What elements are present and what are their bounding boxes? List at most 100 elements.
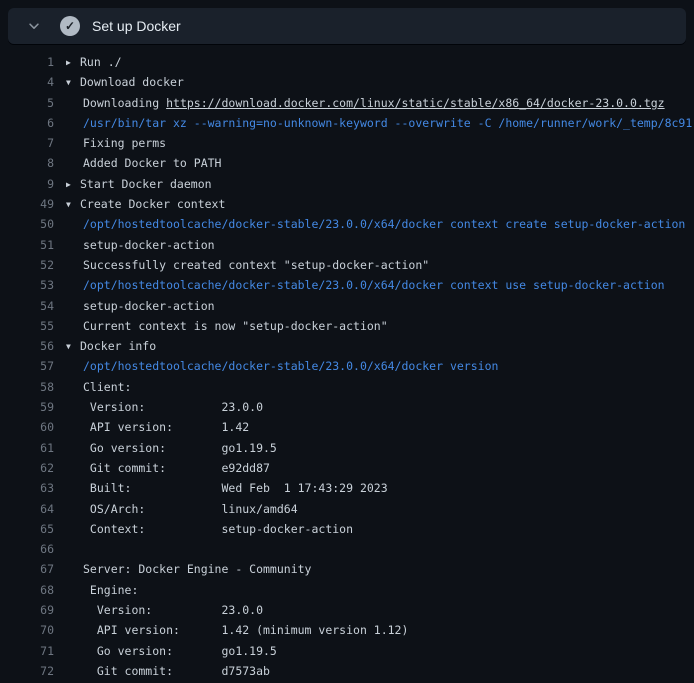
line-number[interactable]: 65 — [0, 519, 54, 539]
log-line: 51setup-docker-action — [0, 235, 694, 255]
check-circle-icon: ✓ — [60, 16, 80, 36]
line-number[interactable]: 69 — [0, 600, 54, 620]
log-line: 60 API version: 1.42 — [0, 417, 694, 437]
line-number[interactable]: 59 — [0, 397, 54, 417]
line-number[interactable]: 6 — [0, 113, 54, 133]
command-text: /opt/hostedtoolcache/docker-stable/23.0.… — [54, 356, 498, 376]
line-number[interactable]: 49 — [0, 194, 54, 214]
line-number[interactable]: 58 — [0, 377, 54, 397]
line-number[interactable]: 62 — [0, 458, 54, 478]
log-text: Successfully created context "setup-dock… — [54, 255, 429, 275]
log-line: 55Current context is now "setup-docker-a… — [0, 316, 694, 336]
log-group-header[interactable]: ▼Docker info — [54, 336, 156, 356]
log-group-header[interactable]: ▼Download docker — [54, 72, 184, 92]
log-text: Fixing perms — [54, 133, 166, 153]
log-line[interactable]: 49▼Create Docker context — [0, 194, 694, 214]
log-line: 52Successfully created context "setup-do… — [0, 255, 694, 275]
log-line[interactable]: 4▼Download docker — [0, 72, 694, 92]
log-line: 64 OS/Arch: linux/amd64 — [0, 499, 694, 519]
line-number[interactable]: 68 — [0, 580, 54, 600]
log-line: 62 Git commit: e92dd87 — [0, 458, 694, 478]
line-number[interactable]: 53 — [0, 275, 54, 295]
log-text: Version: 23.0.0 — [54, 600, 263, 620]
line-number[interactable]: 7 — [0, 133, 54, 153]
log-text: Version: 23.0.0 — [54, 397, 263, 417]
triangle-right-icon: ▶ — [66, 53, 80, 72]
group-title: Download docker — [80, 75, 184, 89]
line-number[interactable]: 72 — [0, 661, 54, 681]
log-group-header[interactable]: ▶Run ./ — [54, 52, 122, 72]
line-number[interactable]: 55 — [0, 316, 54, 336]
log-text: API version: 1.42 (minimum version 1.12) — [54, 620, 408, 640]
line-number[interactable]: 50 — [0, 214, 54, 234]
actions-log-panel: ✓ Set up Docker 1▶Run ./4▼Download docke… — [0, 0, 694, 683]
log-line: 72 Git commit: d7573ab — [0, 661, 694, 681]
group-title: Docker info — [80, 339, 156, 353]
log-text: Client: — [54, 377, 131, 397]
log-group-header[interactable]: ▼Create Docker context — [54, 194, 225, 214]
chevron-down-icon[interactable] — [26, 18, 42, 34]
line-number[interactable]: 54 — [0, 296, 54, 316]
line-number[interactable]: 67 — [0, 559, 54, 579]
log-line: 68 Engine: — [0, 580, 694, 600]
triangle-down-icon: ▼ — [66, 337, 80, 356]
log-line: 50/opt/hostedtoolcache/docker-stable/23.… — [0, 214, 694, 234]
line-number[interactable]: 61 — [0, 438, 54, 458]
log-line[interactable]: 1▶Run ./ — [0, 52, 694, 72]
download-link[interactable]: https://download.docker.com/linux/static… — [166, 96, 665, 110]
line-number[interactable]: 64 — [0, 499, 54, 519]
line-number[interactable]: 5 — [0, 93, 54, 113]
command-text: /opt/hostedtoolcache/docker-stable/23.0.… — [54, 214, 685, 234]
log-line[interactable]: 56▼Docker info — [0, 336, 694, 356]
log-text: API version: 1.42 — [54, 417, 249, 437]
group-title: Run ./ — [80, 55, 122, 69]
log-line: 53/opt/hostedtoolcache/docker-stable/23.… — [0, 275, 694, 295]
group-title: Start Docker daemon — [80, 177, 212, 191]
step-title: Set up Docker — [92, 18, 181, 34]
log-line: 65 Context: setup-docker-action — [0, 519, 694, 539]
log-line: 69 Version: 23.0.0 — [0, 600, 694, 620]
log-text: Context: setup-docker-action — [54, 519, 353, 539]
line-number[interactable]: 4 — [0, 72, 54, 92]
log-text: OS/Arch: linux/amd64 — [54, 499, 298, 519]
log-line: 58Client: — [0, 377, 694, 397]
line-number[interactable]: 63 — [0, 478, 54, 498]
line-number[interactable]: 60 — [0, 417, 54, 437]
group-title: Create Docker context — [80, 197, 225, 211]
line-number[interactable]: 57 — [0, 356, 54, 376]
log-group-header[interactable]: ▶Start Docker daemon — [54, 174, 212, 194]
log-line: 66 — [0, 539, 694, 559]
line-number[interactable]: 71 — [0, 641, 54, 661]
log-line: 8Added Docker to PATH — [0, 153, 694, 173]
log-line: 71 Go version: go1.19.5 — [0, 641, 694, 661]
line-number[interactable]: 66 — [0, 539, 54, 559]
triangle-right-icon: ▶ — [66, 175, 80, 194]
log-line: 61 Go version: go1.19.5 — [0, 438, 694, 458]
log-line: 59 Version: 23.0.0 — [0, 397, 694, 417]
log-output: 1▶Run ./4▼Download docker5Downloading ht… — [0, 44, 694, 681]
log-text: Go version: go1.19.5 — [54, 438, 277, 458]
log-text — [54, 539, 83, 559]
log-line[interactable]: 9▶Start Docker daemon — [0, 174, 694, 194]
line-number[interactable]: 8 — [0, 153, 54, 173]
line-number[interactable]: 51 — [0, 235, 54, 255]
line-number[interactable]: 52 — [0, 255, 54, 275]
log-line: 6/usr/bin/tar xz --warning=no-unknown-ke… — [0, 113, 694, 133]
log-text: Built: Wed Feb 1 17:43:29 2023 — [54, 478, 388, 498]
log-text: Downloading https://download.docker.com/… — [54, 93, 665, 113]
log-line: 7Fixing perms — [0, 133, 694, 153]
log-line: 70 API version: 1.42 (minimum version 1.… — [0, 620, 694, 640]
step-header[interactable]: ✓ Set up Docker — [8, 8, 686, 44]
line-number[interactable]: 9 — [0, 174, 54, 194]
line-number[interactable]: 1 — [0, 52, 54, 72]
log-text: Current context is now "setup-docker-act… — [54, 316, 388, 336]
log-text: Engine: — [54, 580, 138, 600]
log-text: Git commit: d7573ab — [54, 661, 270, 681]
line-number[interactable]: 56 — [0, 336, 54, 356]
line-number[interactable]: 70 — [0, 620, 54, 640]
log-text: Server: Docker Engine - Community — [54, 559, 311, 579]
log-text: Added Docker to PATH — [54, 153, 221, 173]
triangle-down-icon: ▼ — [66, 195, 80, 214]
command-text: /opt/hostedtoolcache/docker-stable/23.0.… — [54, 275, 665, 295]
log-line: 5Downloading https://download.docker.com… — [0, 93, 694, 113]
